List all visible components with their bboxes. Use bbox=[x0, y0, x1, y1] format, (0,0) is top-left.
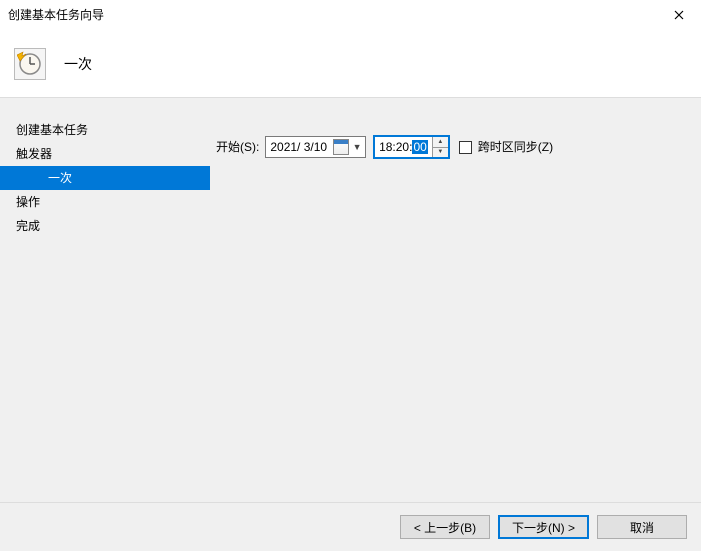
cancel-button[interactable]: 取消 bbox=[597, 515, 687, 539]
start-date-picker[interactable]: 2021/ 3/10 ▼ bbox=[265, 136, 366, 158]
time-value: 18:20:00 bbox=[375, 137, 432, 157]
time-seconds-selected: 00 bbox=[412, 140, 427, 154]
next-button[interactable]: 下一步(N) > bbox=[498, 515, 589, 539]
time-prefix: 18:20: bbox=[379, 140, 412, 154]
date-value: 2021/ 3/10 bbox=[270, 140, 327, 154]
clock-icon bbox=[14, 48, 46, 80]
sidebar-item-create-task[interactable]: 创建基本任务 bbox=[0, 118, 210, 142]
sync-timezone-checkbox[interactable] bbox=[459, 141, 472, 154]
back-button[interactable]: < 上一步(B) bbox=[400, 515, 490, 539]
wizard-body: 创建基本任务 触发器 一次 操作 完成 开始(S): 2021/ 3/10 ▼ … bbox=[0, 98, 701, 502]
wizard-footer: < 上一步(B) 下一步(N) > 取消 bbox=[0, 502, 701, 551]
wizard-content: 开始(S): 2021/ 3/10 ▼ 18:20:00 ▲ ▼ 跨时区同步(Z… bbox=[210, 98, 701, 502]
time-spinner: ▲ ▼ bbox=[432, 137, 448, 157]
close-button[interactable] bbox=[656, 0, 701, 30]
sidebar-item-action[interactable]: 操作 bbox=[0, 190, 210, 214]
start-label: 开始(S): bbox=[216, 136, 259, 158]
page-title: 一次 bbox=[64, 54, 92, 74]
sidebar-item-once[interactable]: 一次 bbox=[0, 166, 210, 190]
chevron-down-icon: ▼ bbox=[351, 142, 363, 152]
wizard-header: 一次 bbox=[0, 30, 701, 98]
sidebar-item-trigger[interactable]: 触发器 bbox=[0, 142, 210, 166]
titlebar: 创建基本任务向导 bbox=[0, 0, 701, 30]
sync-timezone-field: 跨时区同步(Z) bbox=[459, 136, 553, 158]
wizard-sidebar: 创建基本任务 触发器 一次 操作 完成 bbox=[0, 98, 210, 502]
window-title: 创建基本任务向导 bbox=[8, 6, 104, 23]
start-time-input[interactable]: 18:20:00 ▲ ▼ bbox=[374, 136, 449, 158]
calendar-icon bbox=[333, 139, 349, 155]
sidebar-item-finish[interactable]: 完成 bbox=[0, 214, 210, 238]
spinner-down-button[interactable]: ▼ bbox=[433, 148, 448, 158]
sync-timezone-label: 跨时区同步(Z) bbox=[478, 136, 553, 158]
close-icon bbox=[674, 10, 684, 20]
spinner-up-button[interactable]: ▲ bbox=[433, 137, 448, 148]
